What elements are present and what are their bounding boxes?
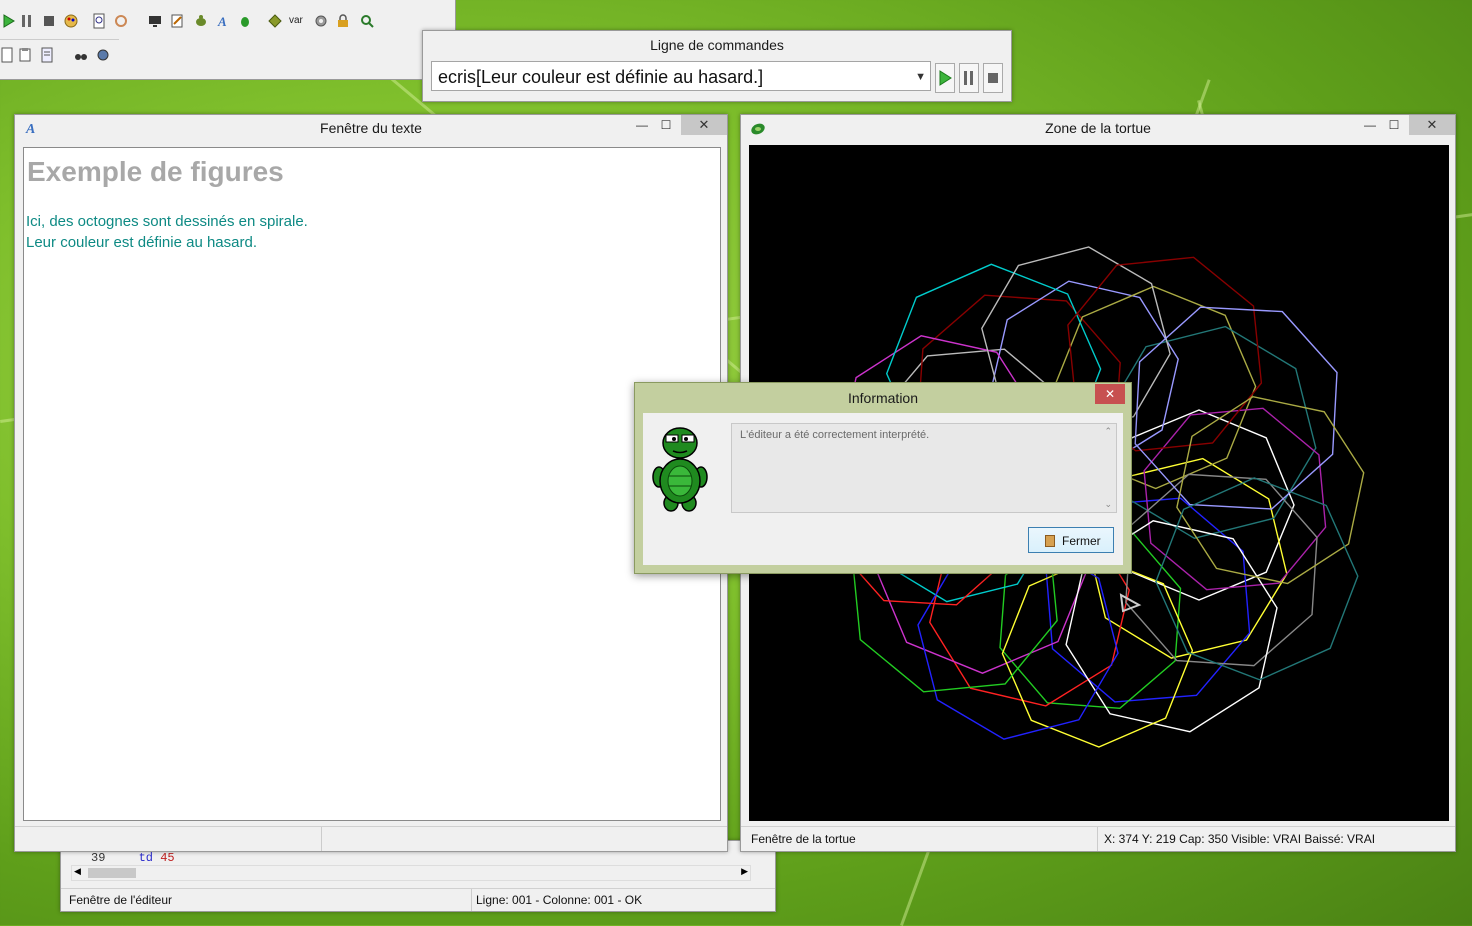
editor-horizontal-scrollbar[interactable]: ◀ ▶ — [71, 865, 751, 881]
svg-text:A: A — [25, 122, 35, 137]
dialog-message-area[interactable]: L'éditeur a été correctement interprété.… — [731, 423, 1117, 513]
dialog-body: L'éditeur a été correctement interprété.… — [643, 413, 1123, 565]
dialog-title: Information — [847, 390, 919, 406]
scrollbar-thumb[interactable] — [88, 868, 136, 878]
magnifier-icon[interactable] — [359, 13, 375, 29]
scroll-up-icon[interactable]: ⌃ — [1104, 426, 1112, 437]
close-button[interactable]: ✕ — [681, 115, 727, 135]
document-icon[interactable] — [39, 47, 55, 63]
information-dialog: Information ✕ L'éditeur a été correcteme… — [634, 382, 1132, 574]
gear-icon[interactable] — [313, 13, 329, 29]
bug-icon[interactable] — [237, 13, 253, 29]
toolbar-row-1: A var — [0, 13, 449, 33]
turtle-cursor-icon — [1119, 593, 1142, 613]
statusbar-divider — [321, 827, 322, 851]
refresh-icon[interactable] — [113, 13, 129, 29]
editor-code-value: 45 — [160, 851, 175, 865]
command-pause-button[interactable] — [959, 63, 979, 93]
editor-status-right: Ligne: 001 - Colonne: 001 - OK — [471, 889, 642, 911]
palette-icon[interactable] — [63, 13, 79, 29]
monitor-icon[interactable] — [147, 13, 163, 29]
pause-icon[interactable] — [19, 13, 35, 29]
run-icon[interactable] — [1, 13, 17, 29]
turtle-window-titlebar[interactable]: Zone de la tortue — ☐ ✕ — [741, 115, 1455, 141]
turtle-status-right: X: 374 Y: 219 Cap: 350 Visible: VRAI Bai… — [1097, 827, 1375, 851]
binoculars-icon[interactable] — [73, 47, 89, 63]
turtle-mascot-icon — [649, 421, 711, 513]
door-icon — [1045, 535, 1055, 547]
minimize-button[interactable]: — — [629, 115, 655, 135]
edit-icon[interactable] — [169, 13, 185, 29]
octagon-shape — [1176, 395, 1365, 585]
turtle-window-title: Zone de la tortue — [1045, 120, 1151, 136]
editor-line-number: 39 — [91, 851, 106, 865]
text-line-2: Leur couleur est définie au hasard. — [26, 234, 257, 251]
text-content: Exemple de figures Ici, des octognes son… — [23, 147, 721, 821]
lock-icon[interactable] — [335, 13, 351, 29]
diamond-icon[interactable] — [267, 13, 283, 29]
command-window-title: Ligne de commandes — [650, 37, 784, 53]
turtle-status-left: Fenêtre de la tortue — [751, 832, 856, 846]
minimize-button[interactable]: — — [1357, 115, 1383, 135]
editor-statusbar: Fenêtre de l'éditeur Ligne: 001 - Colonn… — [61, 888, 775, 911]
text-window-icon: A — [23, 119, 41, 137]
chevron-down-icon[interactable]: ▼ — [915, 62, 926, 90]
command-run-button[interactable] — [935, 63, 955, 93]
turtle-icon — [749, 119, 767, 137]
maximize-button[interactable]: ☐ — [653, 115, 679, 135]
clipboard-icon[interactable] — [17, 47, 33, 63]
text-window-statusbar — [15, 826, 727, 851]
text-icon[interactable]: A — [215, 13, 231, 29]
fermer-button-label: Fermer — [1062, 534, 1101, 548]
toolbar-row-2 — [0, 47, 129, 67]
play-icon — [939, 70, 952, 86]
scroll-left-icon[interactable]: ◀ — [74, 866, 81, 877]
scroll-right-icon[interactable]: ▶ — [741, 866, 748, 877]
editor-code-keyword: td — [138, 851, 154, 865]
scroll-down-icon[interactable]: ⌄ — [1104, 499, 1112, 510]
pause-icon — [964, 71, 973, 85]
editor-line: 39 td 45 — [91, 851, 175, 865]
svg-text:A: A — [217, 14, 227, 29]
text-window-titlebar[interactable]: A Fenêtre du texte — ☐ ✕ — [15, 115, 727, 141]
dialog-message: L'éditeur a été correctement interprété. — [740, 429, 930, 441]
editor-status-left: Fenêtre de l'éditeur — [69, 893, 173, 907]
turtle-window-statusbar: Fenêtre de la tortue X: 374 Y: 219 Cap: … — [741, 826, 1455, 851]
var-button[interactable]: var — [289, 13, 311, 29]
dialog-close-button[interactable]: ✕ — [1095, 384, 1125, 404]
maximize-button[interactable]: ☐ — [1381, 115, 1407, 135]
text-window: A Fenêtre du texte — ☐ ✕ Exemple de figu… — [14, 114, 728, 852]
text-window-title: Fenêtre du texte — [320, 120, 422, 136]
command-input-value: ecris[Leur couleur est définie au hasard… — [438, 67, 764, 87]
command-input[interactable]: ecris[Leur couleur est définie au hasard… — [431, 61, 931, 91]
text-line-1: Ici, des octognes sont dessinés en spira… — [26, 213, 308, 230]
turtle-icon[interactable] — [193, 13, 209, 29]
text-heading: Exemple de figures — [27, 156, 284, 187]
command-line-window: Ligne de commandes ecris[Leur couleur es… — [422, 30, 1012, 102]
command-stop-button[interactable] — [983, 63, 1003, 93]
stop-icon[interactable] — [41, 13, 57, 29]
search-doc-icon[interactable] — [91, 13, 107, 29]
stop-icon — [988, 73, 998, 83]
new-file-icon[interactable] — [0, 47, 15, 63]
fermer-button[interactable]: Fermer — [1028, 527, 1114, 553]
settings-icon[interactable] — [95, 47, 111, 63]
toolbar-divider — [0, 39, 119, 40]
main-toolbar-window: A var — [0, 0, 456, 80]
close-button[interactable]: ✕ — [1409, 115, 1455, 135]
